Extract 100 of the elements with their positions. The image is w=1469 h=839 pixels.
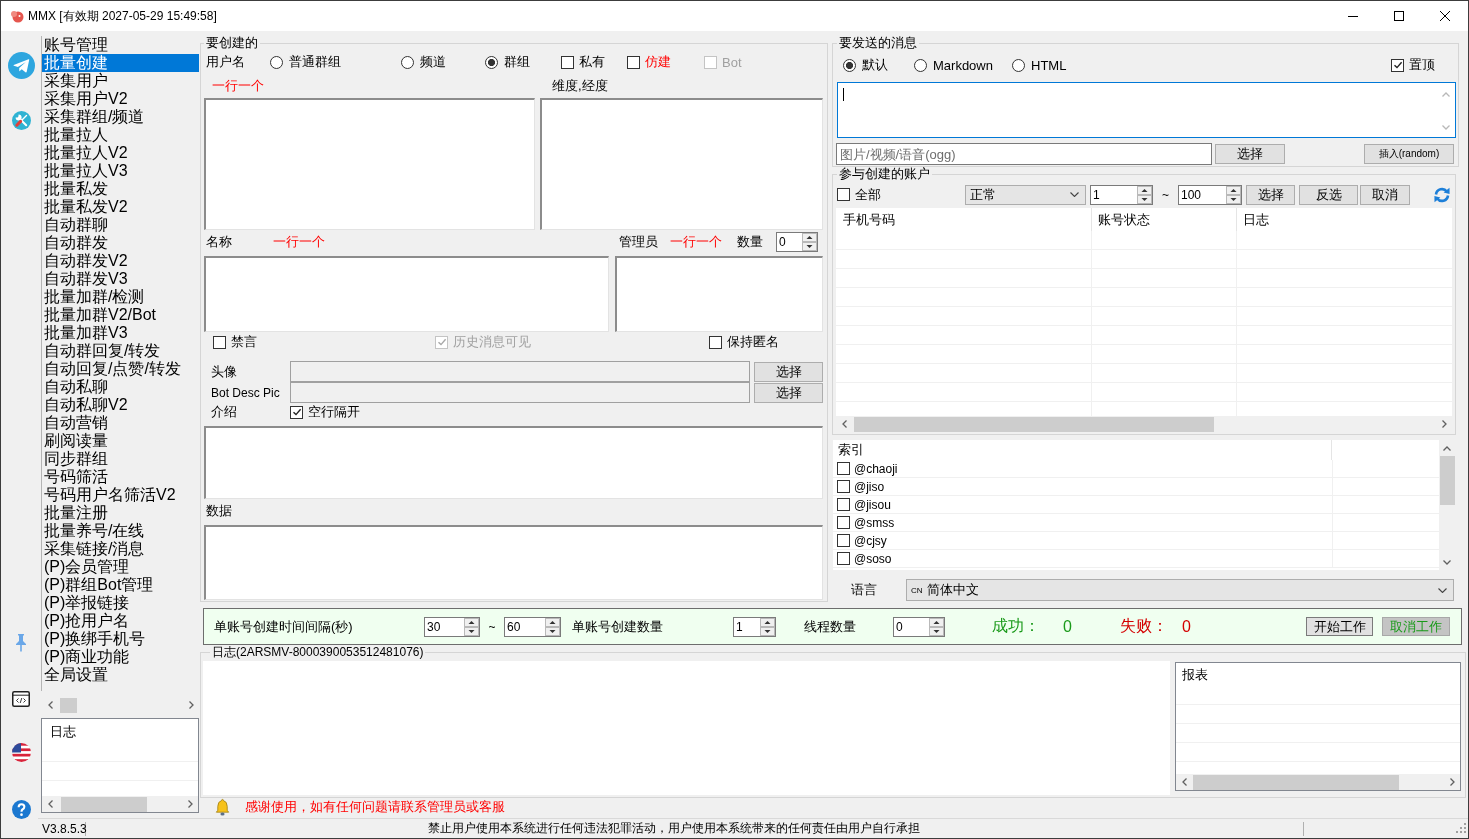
spin-arrows-icon[interactable] (1226, 185, 1241, 204)
number-input-field[interactable]: 30 (424, 616, 480, 637)
chevron-down-icon[interactable] (1443, 559, 1451, 565)
select-button[interactable]: 选择 (754, 361, 823, 382)
group-type-radio[interactable]: 群组 (485, 53, 530, 71)
sidebar-item[interactable]: 批量私发V2 (42, 198, 199, 216)
sidebar-item[interactable]: 批量加群V3 (42, 324, 199, 342)
chevron-left-icon[interactable] (1181, 778, 1187, 786)
name-input-area[interactable] (204, 256, 609, 332)
index-checkbox[interactable]: @chaoji (837, 461, 898, 476)
scroll-thumb[interactable] (60, 697, 77, 713)
scroll-thumb[interactable] (1439, 456, 1455, 505)
sidebar-item[interactable]: 批量注册 (42, 504, 199, 522)
sidebar-item[interactable]: 采集用户V2 (42, 90, 199, 108)
sidebar-item[interactable]: 同步群组 (42, 450, 199, 468)
refresh-icon[interactable] (1433, 185, 1451, 204)
sidebar-item[interactable]: 自动私聊V2 (42, 396, 199, 414)
sidebar-item[interactable]: 批量加群V2/Bot (42, 306, 199, 324)
sidebar-item[interactable]: 自动群发V3 (42, 270, 199, 288)
intro-input-area[interactable] (204, 426, 823, 499)
file-path-field[interactable] (290, 361, 750, 382)
sidebar-item[interactable]: (P)抢用户名 (42, 612, 199, 630)
chevron-up-icon[interactable] (1443, 445, 1451, 451)
language-dropdown[interactable]: CN 简体中文 (906, 579, 1454, 601)
index-checkbox[interactable]: @jisou (837, 497, 891, 512)
flag-icon[interactable] (11, 743, 31, 762)
column-header[interactable]: 手机号码 (843, 211, 895, 228)
account-action-button[interactable]: 选择 (1246, 184, 1295, 205)
chevron-right-icon[interactable] (1449, 778, 1455, 786)
sidebar-item[interactable]: (P)商业功能 (42, 648, 199, 666)
select-all-checkbox[interactable]: 全部 (837, 185, 881, 204)
option-checkbox[interactable]: 禁言 (213, 333, 257, 351)
account-action-button[interactable]: 取消 (1360, 184, 1410, 205)
spin-arrows-icon[interactable] (802, 233, 817, 251)
column-header[interactable]: 日志 (50, 724, 76, 739)
index-checkbox[interactable]: @smss (837, 515, 895, 530)
sidebar-item[interactable]: (P)会员管理 (42, 558, 199, 576)
scroll-thumb[interactable] (854, 416, 1214, 432)
media-path-field[interactable]: 图片/视频/语音(ogg) (836, 143, 1212, 165)
sidebar-item[interactable]: 自动营销 (42, 414, 199, 432)
sidebar-item[interactable]: 全局设置 (42, 666, 199, 684)
sidebar-item[interactable]: 自动群回复/转发 (42, 342, 199, 360)
number-input-field[interactable]: 100 (1178, 184, 1242, 205)
option-checkbox[interactable]: 空行隔开 (290, 403, 360, 421)
sidebar-item[interactable]: 批量拉人 (42, 126, 199, 144)
index-checkbox[interactable]: @cjsy (837, 533, 887, 548)
paper-plane-icon[interactable] (7, 52, 35, 79)
chevron-right-icon[interactable] (187, 800, 193, 808)
coordinates-input-area[interactable] (540, 98, 823, 230)
chevron-down-icon[interactable] (1438, 587, 1447, 593)
sidebar-item[interactable]: 自动私聊 (42, 378, 199, 396)
sidebar-item[interactable]: 批量私发 (42, 180, 199, 198)
sidebar-item[interactable]: (P)换绑手机号 (42, 630, 199, 648)
sidebar-item[interactable]: (P)群组Bot管理 (42, 576, 199, 594)
select-button[interactable]: 选择 (1215, 144, 1285, 164)
pin-top-checkbox[interactable]: 置顶 (1391, 56, 1435, 74)
chevron-left-icon[interactable] (47, 800, 53, 808)
number-input-field[interactable]: 0 (893, 616, 945, 637)
chevron-down-icon[interactable] (1070, 192, 1079, 197)
sidebar-item[interactable]: 批量创建 (42, 54, 199, 72)
select-button[interactable]: 选择 (754, 382, 823, 403)
chevron-right-icon[interactable] (188, 701, 194, 709)
chevron-right-icon[interactable] (1441, 420, 1447, 428)
sidebar-item[interactable]: 账号管理 (42, 36, 199, 54)
sidebar-item[interactable]: 自动群发V2 (42, 252, 199, 270)
spin-arrows-icon[interactable] (464, 617, 479, 636)
sidebar-item[interactable]: 自动回复/点赞/转发 (42, 360, 199, 378)
tools-icon[interactable] (11, 111, 31, 130)
insert-random-button[interactable]: 插入(random) (1364, 144, 1454, 164)
spin-arrows-icon[interactable] (545, 617, 560, 636)
number-input-field[interactable]: 1 (1090, 184, 1153, 205)
sidebar-item[interactable]: 号码用户名筛活V2 (42, 486, 199, 504)
sidebar-item[interactable]: 自动群发 (42, 234, 199, 252)
spin-arrows-icon[interactable] (760, 617, 775, 636)
group-type-radio[interactable]: 频道 (401, 53, 446, 71)
scroll-thumb[interactable] (1193, 774, 1399, 790)
sidebar-item[interactable]: 批量拉人V2 (42, 144, 199, 162)
start-button[interactable]: 开始工作 (1306, 617, 1373, 636)
format-radio[interactable]: Markdown (914, 57, 993, 73)
chevron-left-icon[interactable] (841, 420, 847, 428)
column-header[interactable]: 报表 (1182, 667, 1208, 682)
index-checkbox[interactable]: @jiso (837, 479, 885, 494)
spin-arrows-icon[interactable] (929, 617, 944, 636)
column-header[interactable]: 日志 (1243, 211, 1269, 228)
format-radio[interactable]: 默认 (843, 56, 888, 74)
option-checkbox[interactable]: 仿建 (627, 53, 671, 71)
sidebar-item[interactable]: 批量加群/检测 (42, 288, 199, 306)
option-checkbox[interactable]: 私有 (561, 53, 605, 71)
sidebar-item[interactable]: 采集群组/频道 (42, 108, 199, 126)
sidebar-item[interactable]: 自动群聊 (42, 216, 199, 234)
group-type-radio[interactable]: 普通群组 (270, 53, 341, 71)
number-input-field[interactable]: 60 (504, 616, 561, 637)
sidebar-item[interactable]: 批量养号/在线 (42, 522, 199, 540)
index-checkbox[interactable]: @soso (837, 551, 892, 566)
help-icon[interactable] (11, 800, 31, 819)
status-dropdown[interactable]: 正常 (965, 184, 1086, 205)
sidebar-item[interactable]: 批量拉人V3 (42, 162, 199, 180)
chevron-left-icon[interactable] (47, 701, 53, 709)
sidebar-item[interactable]: 号码筛活 (42, 468, 199, 486)
resize-grip-icon[interactable] (1456, 823, 1467, 834)
